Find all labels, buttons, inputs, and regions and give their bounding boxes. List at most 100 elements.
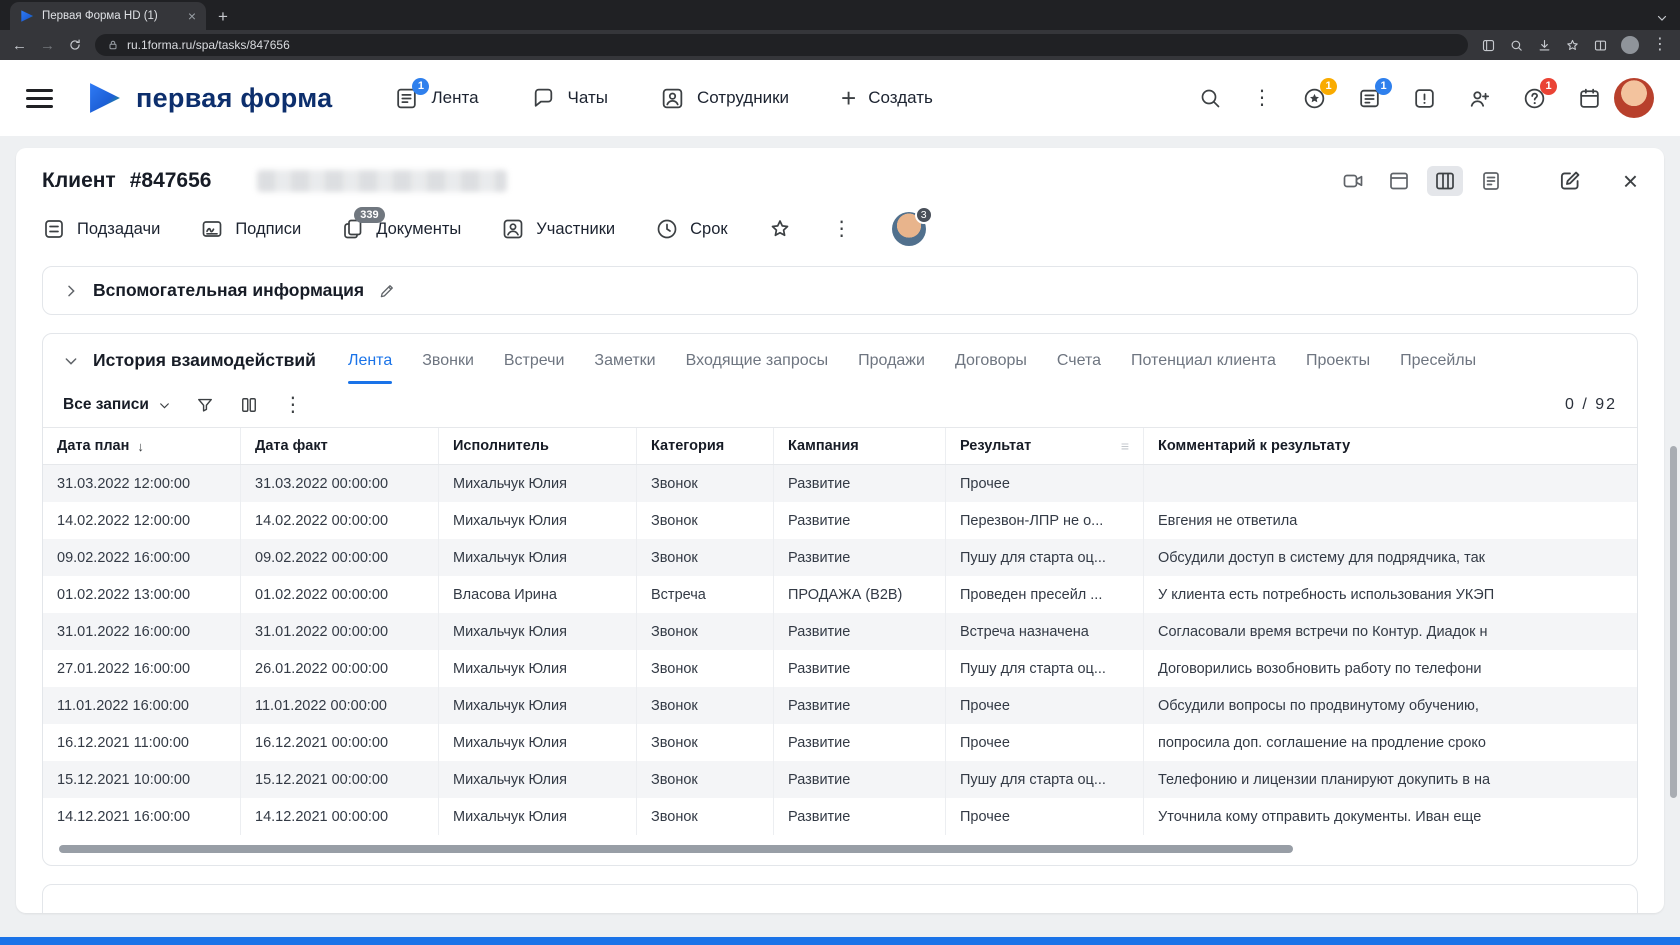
filter-funnel-icon[interactable] xyxy=(195,395,215,415)
table-row[interactable]: 16.12.2021 11:00:00 16.12.2021 00:00:00 Ми… xyxy=(43,724,1637,761)
toolbar-kebab-icon[interactable]: ⋮ xyxy=(832,219,852,239)
user-add-icon[interactable] xyxy=(1467,86,1492,111)
history-tab-0[interactable]: Лента xyxy=(347,352,393,384)
edit-task-icon[interactable] xyxy=(1557,168,1583,194)
column-header-date-plan[interactable]: Дата план ↓ xyxy=(43,428,241,464)
close-icon[interactable]: × xyxy=(1623,168,1638,194)
history-tab-10[interactable]: Пресейлы xyxy=(1400,352,1476,370)
table-row[interactable]: 01.02.2022 13:00:00 01.02.2022 00:00:00 Вл… xyxy=(43,576,1637,613)
history-tab-7[interactable]: Счета xyxy=(1057,352,1101,370)
table-cell: 26.01.2022 00:00:00 xyxy=(241,650,439,687)
table-cell: 15.12.2021 00:00:00 xyxy=(241,761,439,798)
history-section: История взаимодействий Лента Звонки Встреч… xyxy=(42,333,1638,866)
documents-badge: 339 xyxy=(354,207,385,223)
column-header-category[interactable]: Категория xyxy=(637,428,774,464)
bookmark-star-icon[interactable] xyxy=(1565,38,1580,53)
download-icon[interactable] xyxy=(1537,38,1552,53)
search-tabs-icon[interactable] xyxy=(1481,38,1496,53)
panel-view-button[interactable] xyxy=(1381,166,1417,196)
deadline-button[interactable]: Срок xyxy=(655,217,728,241)
table-row[interactable]: 31.03.2022 12:00:00 31.03.2022 00:00:00 Ми… xyxy=(43,465,1637,502)
table-row[interactable]: 27.01.2022 16:00:00 26.01.2022 00:00:00 Ми… xyxy=(43,650,1637,687)
history-tab-4[interactable]: Входящие запросы xyxy=(686,352,829,370)
nav-item-feed[interactable]: 1 Лента xyxy=(394,77,479,111)
participants-avatar[interactable]: 3 xyxy=(891,206,933,246)
notes-view-button[interactable] xyxy=(1473,166,1509,196)
history-tab-5[interactable]: Продажи xyxy=(858,352,925,370)
records-counter: 0 / 92 xyxy=(1564,396,1617,413)
inbox-icon[interactable]: 1 xyxy=(1357,77,1392,111)
column-header-date-fact[interactable]: Дата факт xyxy=(241,428,439,464)
nav-item-chats[interactable]: Чаты xyxy=(531,86,608,111)
records-filter-dropdown[interactable]: Все записи xyxy=(63,396,171,414)
help-icon[interactable]: 1 xyxy=(1522,77,1557,111)
table-cell: 14.02.2022 12:00:00 xyxy=(43,502,241,539)
hamburger-menu-icon[interactable] xyxy=(26,88,53,108)
table-row[interactable]: 31.01.2022 16:00:00 31.01.2022 00:00:00 Ми… xyxy=(43,613,1637,650)
browser-menu-icon[interactable]: ⋮ xyxy=(1652,37,1668,53)
table-cell: 16.12.2021 11:00:00 xyxy=(43,724,241,761)
column-menu-icon[interactable]: ≡ xyxy=(1121,438,1129,454)
documents-button[interactable]: 339 Документы xyxy=(341,207,461,241)
history-tab-9[interactable]: Проекты xyxy=(1306,352,1370,370)
tab-close-icon[interactable]: × xyxy=(188,9,196,23)
table-cell: Михальчук Юлия xyxy=(439,613,637,650)
table-row[interactable]: 14.12.2021 16:00:00 14.12.2021 00:00:00 Ми… xyxy=(43,798,1637,835)
table-cell: Звонок xyxy=(637,650,774,687)
column-header-result[interactable]: Результат ≡ xyxy=(946,428,1144,464)
site-info-icon[interactable] xyxy=(107,39,119,51)
column-header-campaign[interactable]: Кампания xyxy=(774,428,946,464)
new-tab-button[interactable]: + xyxy=(218,8,228,25)
participants-button[interactable]: Участники xyxy=(501,217,615,241)
aux-info-section[interactable]: Вспомогательная информация xyxy=(42,266,1638,315)
signatures-button[interactable]: Подписи xyxy=(200,217,301,241)
table-view-button[interactable] xyxy=(1426,166,1463,196)
column-header-comment[interactable]: Комментарий к результату xyxy=(1144,428,1637,464)
history-tab-6[interactable]: Договоры xyxy=(955,352,1027,370)
nav-item-create[interactable]: + Создать xyxy=(841,85,933,111)
forward-icon[interactable]: → xyxy=(40,38,55,53)
nav-item-employees[interactable]: Сотрудники xyxy=(660,86,789,111)
column-header-executor[interactable]: Исполнитель xyxy=(439,428,637,464)
history-tab-3[interactable]: Заметки xyxy=(594,352,655,370)
table-row[interactable]: 15.12.2021 10:00:00 15.12.2021 00:00:00 Ми… xyxy=(43,761,1637,798)
header-kebab-icon[interactable]: ⋮ xyxy=(1252,88,1272,108)
browser-profile-avatar[interactable] xyxy=(1621,36,1639,54)
chevron-down-icon[interactable] xyxy=(63,353,79,369)
table-row[interactable]: 09.02.2022 16:00:00 09.02.2022 00:00:00 Ми… xyxy=(43,539,1637,576)
edit-pencil-icon[interactable] xyxy=(378,282,396,300)
chevron-right-icon[interactable] xyxy=(63,283,79,299)
video-view-button[interactable] xyxy=(1335,166,1371,196)
sort-desc-icon[interactable]: ↓ xyxy=(137,439,144,454)
user-avatar[interactable] xyxy=(1614,78,1654,118)
favorites-icon[interactable]: 1 xyxy=(1302,77,1337,111)
search-icon[interactable] xyxy=(1198,86,1222,110)
columns-settings-icon[interactable] xyxy=(239,395,259,415)
browser-tab[interactable]: Первая Форма HD (1) × xyxy=(10,2,206,30)
table-row[interactable]: 11.01.2022 16:00:00 11.01.2022 00:00:00 Ми… xyxy=(43,687,1637,724)
history-kebab-icon[interactable]: ⋮ xyxy=(283,395,303,415)
calendar-icon[interactable] xyxy=(1577,86,1602,111)
horizontal-scrollbar-thumb[interactable] xyxy=(59,845,1293,853)
redacted-area xyxy=(257,170,508,192)
favorite-star-icon[interactable] xyxy=(768,217,792,241)
tab-search-icon[interactable] xyxy=(1656,12,1668,24)
history-tab-2[interactable]: Встречи xyxy=(504,352,565,370)
split-view-icon[interactable] xyxy=(1593,38,1608,53)
reload-icon[interactable] xyxy=(68,38,82,52)
alerts-icon[interactable] xyxy=(1412,86,1437,111)
next-section-card[interactable] xyxy=(42,884,1638,913)
address-bar[interactable]: ru.1forma.ru/spa/tasks/847656 xyxy=(95,34,1468,56)
horizontal-scrollbar[interactable] xyxy=(59,845,1621,853)
subtasks-button[interactable]: Подзадачи xyxy=(42,217,160,241)
zoom-icon[interactable] xyxy=(1509,38,1524,53)
history-tab-8[interactable]: Потенциал клиента xyxy=(1131,352,1276,370)
back-icon[interactable]: ← xyxy=(12,38,27,53)
vertical-scrollbar[interactable] xyxy=(1670,446,1677,798)
table-row[interactable]: 14.02.2022 12:00:00 14.02.2022 00:00:00 Ми… xyxy=(43,502,1637,539)
app-logo[interactable]: первая форма xyxy=(87,82,332,114)
history-tab-1[interactable]: Звонки xyxy=(422,352,474,370)
table-cell: Михальчук Юлия xyxy=(439,502,637,539)
table-cell: 01.02.2022 00:00:00 xyxy=(241,576,439,613)
table-cell: Звонок xyxy=(637,502,774,539)
